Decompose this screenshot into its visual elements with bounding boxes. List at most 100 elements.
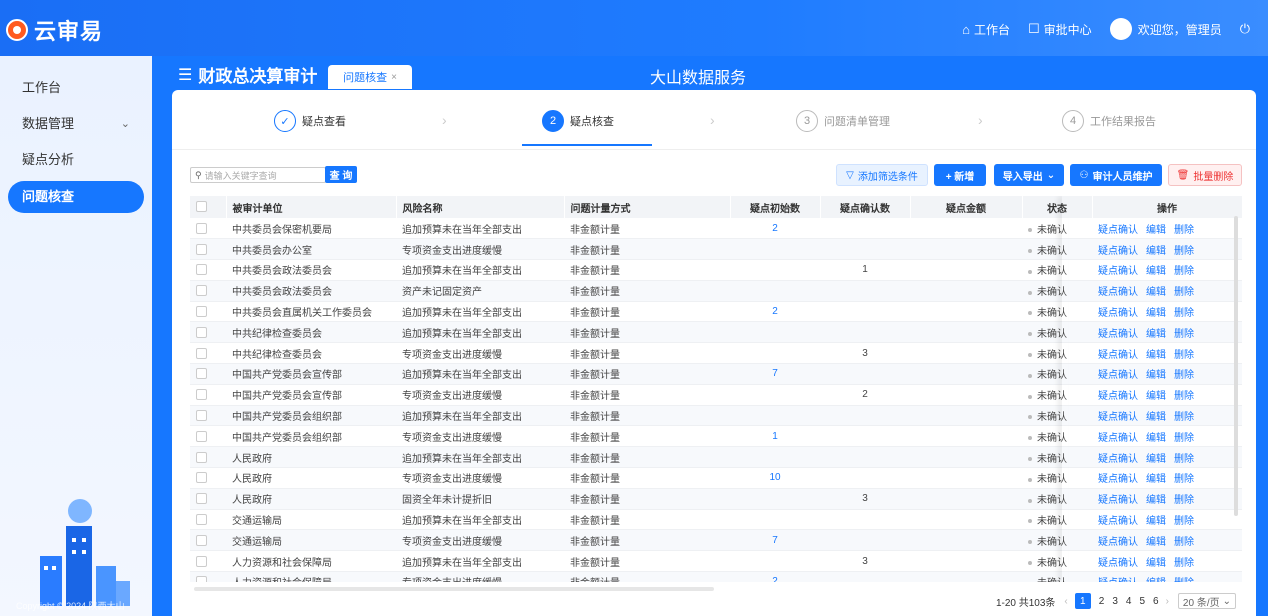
delete-button[interactable]: 删除 (1174, 474, 1194, 485)
confirm-button[interactable]: 疑点确认 (1098, 495, 1138, 506)
search-input[interactable]: ⚲ 请输入关键字查询 (190, 167, 326, 183)
edit-button[interactable]: 编辑 (1146, 474, 1166, 485)
delete-button[interactable]: 删除 (1174, 266, 1194, 277)
delete-button[interactable]: 删除 (1174, 537, 1194, 548)
delete-button[interactable]: 删除 (1174, 558, 1194, 569)
edit-button[interactable]: 编辑 (1146, 578, 1166, 582)
horizontal-scrollbar[interactable] (194, 587, 714, 591)
next-page-icon[interactable]: › (1166, 596, 1169, 607)
cell-initial-count[interactable]: 7 (730, 363, 820, 385)
cell-initial-count[interactable] (730, 384, 820, 406)
confirm-button[interactable]: 疑点确认 (1098, 391, 1138, 402)
edit-button[interactable]: 编辑 (1146, 391, 1166, 402)
confirm-button[interactable]: 疑点确认 (1098, 287, 1138, 298)
confirm-button[interactable]: 疑点确认 (1098, 370, 1138, 381)
edit-button[interactable]: 编辑 (1146, 350, 1166, 361)
cell-initial-count[interactable] (730, 280, 820, 302)
delete-button[interactable]: 删除 (1174, 287, 1194, 298)
edit-button[interactable]: 编辑 (1146, 246, 1166, 257)
confirm-button[interactable]: 疑点确认 (1098, 246, 1138, 257)
row-checkbox[interactable] (196, 451, 207, 463)
confirm-button[interactable]: 疑点确认 (1098, 516, 1138, 527)
confirm-button[interactable]: 疑点确认 (1098, 412, 1138, 423)
row-checkbox[interactable] (196, 410, 207, 421)
confirm-button[interactable]: 疑点确认 (1098, 578, 1138, 582)
edit-button[interactable]: 编辑 (1146, 495, 1166, 506)
delete-button[interactable]: 删除 (1174, 308, 1194, 319)
row-checkbox[interactable] (196, 472, 207, 484)
delete-button[interactable]: 删除 (1174, 350, 1194, 361)
cell-initial-count[interactable] (730, 550, 820, 573)
prev-page-icon[interactable]: ‹ (1064, 596, 1067, 607)
page-5[interactable]: 5 (1139, 596, 1145, 607)
confirm-button[interactable]: 疑点确认 (1098, 474, 1138, 485)
sidebar-item-problem-check[interactable]: 问题核查 (8, 181, 144, 213)
edit-button[interactable]: 编辑 (1146, 537, 1166, 548)
row-checkbox[interactable] (196, 222, 207, 234)
step-2[interactable]: 2 疑点核查 (542, 110, 614, 132)
add-filter-button[interactable]: ▽ 添加筛选条件 (836, 164, 928, 186)
cell-initial-count[interactable]: 2 (730, 301, 820, 323)
delete-button[interactable]: 删除 (1174, 495, 1194, 506)
delete-button[interactable]: 删除 (1174, 370, 1194, 381)
cell-initial-count[interactable] (730, 509, 820, 531)
page-3[interactable]: 3 (1112, 596, 1118, 607)
delete-button[interactable]: 删除 (1174, 246, 1194, 257)
confirm-button[interactable]: 疑点确认 (1098, 225, 1138, 236)
confirm-button[interactable]: 疑点确认 (1098, 558, 1138, 569)
edit-button[interactable]: 编辑 (1146, 412, 1166, 423)
select-all-checkbox[interactable] (190, 196, 227, 218)
cell-initial-count[interactable] (730, 259, 820, 281)
page-1[interactable]: 1 (1074, 593, 1091, 609)
page-6[interactable]: 6 (1153, 596, 1159, 607)
sidebar-item-suspect-analysis[interactable]: 疑点分析 (8, 144, 144, 176)
row-checkbox[interactable] (196, 243, 207, 255)
confirm-button[interactable]: 疑点确认 (1098, 329, 1138, 340)
auditor-maintain-button[interactable]: ⚇ 审计人员维护 (1070, 164, 1162, 186)
confirm-button[interactable]: 疑点确认 (1098, 433, 1138, 444)
vertical-scrollbar[interactable] (1234, 216, 1238, 516)
sidebar-item-data-management[interactable]: 数据管理 ⌄ (8, 108, 144, 140)
edit-button[interactable]: 编辑 (1146, 287, 1166, 298)
step-3[interactable]: 3 问题清单管理 (796, 110, 890, 132)
delete-button[interactable]: 删除 (1174, 412, 1194, 423)
confirm-button[interactable]: 疑点确认 (1098, 308, 1138, 319)
edit-button[interactable]: 编辑 (1146, 516, 1166, 527)
row-checkbox[interactable] (196, 534, 207, 546)
cell-initial-count[interactable] (730, 405, 820, 427)
cell-initial-count[interactable]: 1 (730, 425, 820, 448)
edit-button[interactable]: 编辑 (1146, 225, 1166, 236)
edit-button[interactable]: 编辑 (1146, 370, 1166, 381)
delete-button[interactable]: 删除 (1174, 516, 1194, 527)
cell-initial-count[interactable]: 2 (730, 218, 820, 240)
confirm-button[interactable]: 疑点确认 (1098, 537, 1138, 548)
cell-initial-count[interactable] (730, 488, 820, 510)
edit-button[interactable]: 编辑 (1146, 558, 1166, 569)
cell-initial-count[interactable] (730, 342, 820, 365)
cell-initial-count[interactable] (730, 321, 820, 344)
delete-button[interactable]: 删除 (1174, 433, 1194, 444)
delete-button[interactable]: 删除 (1174, 391, 1194, 402)
import-export-button[interactable]: 导入导出 ⌄ (994, 164, 1064, 186)
row-checkbox[interactable] (196, 555, 207, 567)
user-menu[interactable]: 欢迎您，管理员 (1109, 18, 1222, 40)
search-button[interactable]: 查 询 (325, 166, 357, 183)
close-icon[interactable]: × (391, 72, 397, 83)
tab-problem-check[interactable]: 问题核查 × (328, 65, 412, 89)
row-checkbox[interactable] (196, 306, 207, 318)
logout-button[interactable]: ⏻ (1240, 21, 1254, 37)
row-checkbox[interactable] (196, 326, 207, 338)
delete-button[interactable]: 删除 (1174, 578, 1194, 582)
menu-icon[interactable]: ☰ (178, 65, 192, 85)
delete-button[interactable]: 删除 (1174, 454, 1194, 465)
step-4[interactable]: 4 工作结果报告 (1062, 110, 1156, 132)
approval-center-link[interactable]: ☐ 审批中心 (1028, 21, 1092, 38)
row-checkbox[interactable] (196, 264, 207, 276)
cell-initial-count[interactable]: 10 (730, 467, 820, 489)
edit-button[interactable]: 编辑 (1146, 329, 1166, 340)
edit-button[interactable]: 编辑 (1146, 454, 1166, 465)
sidebar-item-workbench[interactable]: 工作台 (8, 72, 144, 104)
row-checkbox[interactable] (196, 513, 207, 525)
row-checkbox[interactable] (196, 493, 207, 505)
cell-initial-count[interactable]: 2 (730, 571, 820, 582)
